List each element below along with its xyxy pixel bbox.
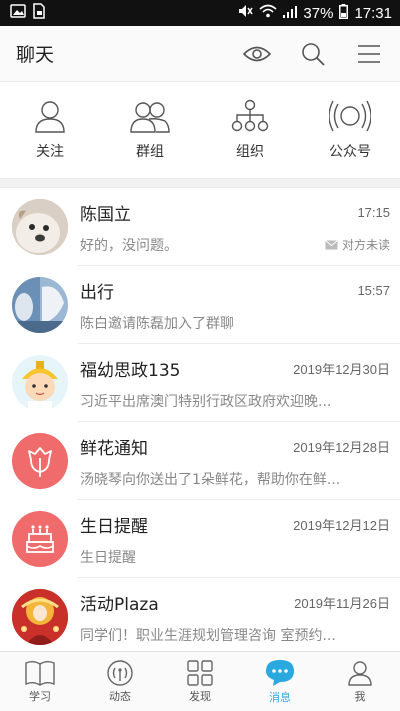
chat-time: 2019年12月12日 xyxy=(293,517,390,533)
shortcut-official-accounts[interactable]: 公众号 xyxy=(305,99,395,161)
signal-icon xyxy=(107,659,133,686)
chat-item[interactable]: 活动Plaza 2019年11月26日 同学们！职业生涯规划管理咨询 室预约..… xyxy=(0,578,400,656)
nav-label: 动态 xyxy=(109,689,131,703)
shortcut-label: 公众号 xyxy=(329,144,371,160)
chat-time: 17:15 xyxy=(357,204,390,220)
clock: 17:31 xyxy=(354,4,392,22)
chat-item[interactable]: 陈国立 17:15 好的，没问题。 对方未读 xyxy=(0,188,400,266)
section-divider xyxy=(0,178,400,188)
chat-time: 2019年12月28日 xyxy=(293,439,390,455)
dog-photo-avatar xyxy=(12,199,68,255)
header: 聊天 xyxy=(0,26,400,82)
shortcut-org[interactable]: 组织 xyxy=(205,99,295,161)
shortcut-label: 群组 xyxy=(136,144,164,160)
chat-name: 出行 xyxy=(80,282,114,303)
page-title: 聊天 xyxy=(16,44,55,66)
search-icon[interactable] xyxy=(298,39,328,69)
eye-icon[interactable] xyxy=(242,39,272,69)
nav-messages[interactable]: 消息 xyxy=(245,659,315,705)
nav-feed[interactable]: 动态 xyxy=(85,659,155,704)
wifi-icon xyxy=(259,4,277,22)
chat-preview: 好的，没问题。 xyxy=(80,237,178,254)
chat-preview: 陈白邀请陈磊加入了群聊 xyxy=(80,315,234,332)
chat-name: 生日提醒 xyxy=(80,516,148,537)
chat-preview: 生日提醒 xyxy=(80,549,136,566)
bottom-nav: 学习 动态 发现 消息 我 xyxy=(0,651,400,711)
chat-time: 15:57 xyxy=(357,282,390,298)
shortcut-groups[interactable]: 群组 xyxy=(105,99,195,161)
chat-preview: 同学们！职业生涯规划管理咨询 室预约... xyxy=(80,627,336,644)
file-notification-icon xyxy=(32,3,46,23)
broadcast-icon xyxy=(329,100,371,132)
shortcut-label: 关注 xyxy=(36,144,64,160)
chat-list: 陈国立 17:15 好的，没问题。 对方未读 出行 15:57 陈白邀请陈磊加入… xyxy=(0,188,400,656)
org-chart-icon xyxy=(231,99,269,132)
chat-preview: 汤晓琴向你送出了1朵鲜花，帮助你在鲜... xyxy=(80,471,341,488)
chat-time: 2019年11月26日 xyxy=(294,595,390,611)
avatar xyxy=(12,355,68,411)
chat-item[interactable]: 鲜花通知 2019年12月28日 汤晓琴向你送出了1朵鲜花，帮助你在鲜... xyxy=(0,422,400,500)
chat-time: 2019年12月30日 xyxy=(293,361,390,377)
nav-label: 消息 xyxy=(269,690,291,704)
read-status-text: 对方未读 xyxy=(341,238,390,252)
chat-item[interactable]: 生日提醒 2019年12月12日 生日提醒 xyxy=(0,500,400,578)
nav-discover[interactable]: 发现 xyxy=(165,659,235,704)
chat-screen: 37% 17:31 聊天 关注 群组 组织 公众号 陈国立 17:15 好的，没… xyxy=(0,0,400,711)
cartoon-child-avatar xyxy=(12,355,68,411)
chat-name: 鲜花通知 xyxy=(80,438,148,459)
avatar xyxy=(12,277,68,333)
chat-name: 活动Plaza xyxy=(80,594,159,615)
chat-item[interactable]: 福幼思政135 2019年12月30日 习近平出席澳门特别行政区政府欢迎晚... xyxy=(0,344,400,422)
event-poster-avatar xyxy=(12,589,68,645)
chat-preview: 习近平出席澳门特别行政区政府欢迎晚... xyxy=(80,393,332,410)
chat-name: 福幼思政135 xyxy=(80,360,181,381)
avatar xyxy=(12,511,68,567)
read-status: 对方未读 xyxy=(325,236,390,253)
profile-icon xyxy=(348,660,372,686)
shortcut-bar: 关注 群组 组织 公众号 xyxy=(0,82,400,178)
message-icon xyxy=(266,659,294,686)
nav-label: 学习 xyxy=(29,689,51,703)
book-icon xyxy=(25,660,55,686)
group-icon xyxy=(130,102,170,133)
envelope-icon xyxy=(325,239,338,249)
gallery-notification-icon xyxy=(10,4,26,22)
nav-study[interactable]: 学习 xyxy=(5,660,75,704)
avatar xyxy=(12,589,68,645)
grid-icon xyxy=(187,659,213,686)
avatar xyxy=(12,199,68,255)
shortcut-label: 组织 xyxy=(236,144,264,160)
shortcut-follow[interactable]: 关注 xyxy=(5,99,95,161)
mute-icon xyxy=(237,4,254,22)
nav-label: 发现 xyxy=(189,689,211,703)
nav-label: 我 xyxy=(354,689,366,703)
status-bar: 37% 17:31 xyxy=(0,0,400,26)
flower-icon xyxy=(28,447,52,477)
battery-level: 37% xyxy=(303,4,334,22)
chat-item[interactable]: 出行 15:57 陈白邀请陈磊加入了群聊 xyxy=(0,266,400,344)
person-icon xyxy=(35,101,65,133)
group-photo-avatar xyxy=(12,277,68,333)
avatar xyxy=(12,433,68,489)
nav-me[interactable]: 我 xyxy=(325,660,395,704)
menu-icon[interactable] xyxy=(354,39,384,69)
cell-signal-icon xyxy=(283,5,298,22)
battery-icon xyxy=(339,3,349,23)
chat-name: 陈国立 xyxy=(80,204,131,225)
birthday-cake-icon xyxy=(26,525,54,553)
